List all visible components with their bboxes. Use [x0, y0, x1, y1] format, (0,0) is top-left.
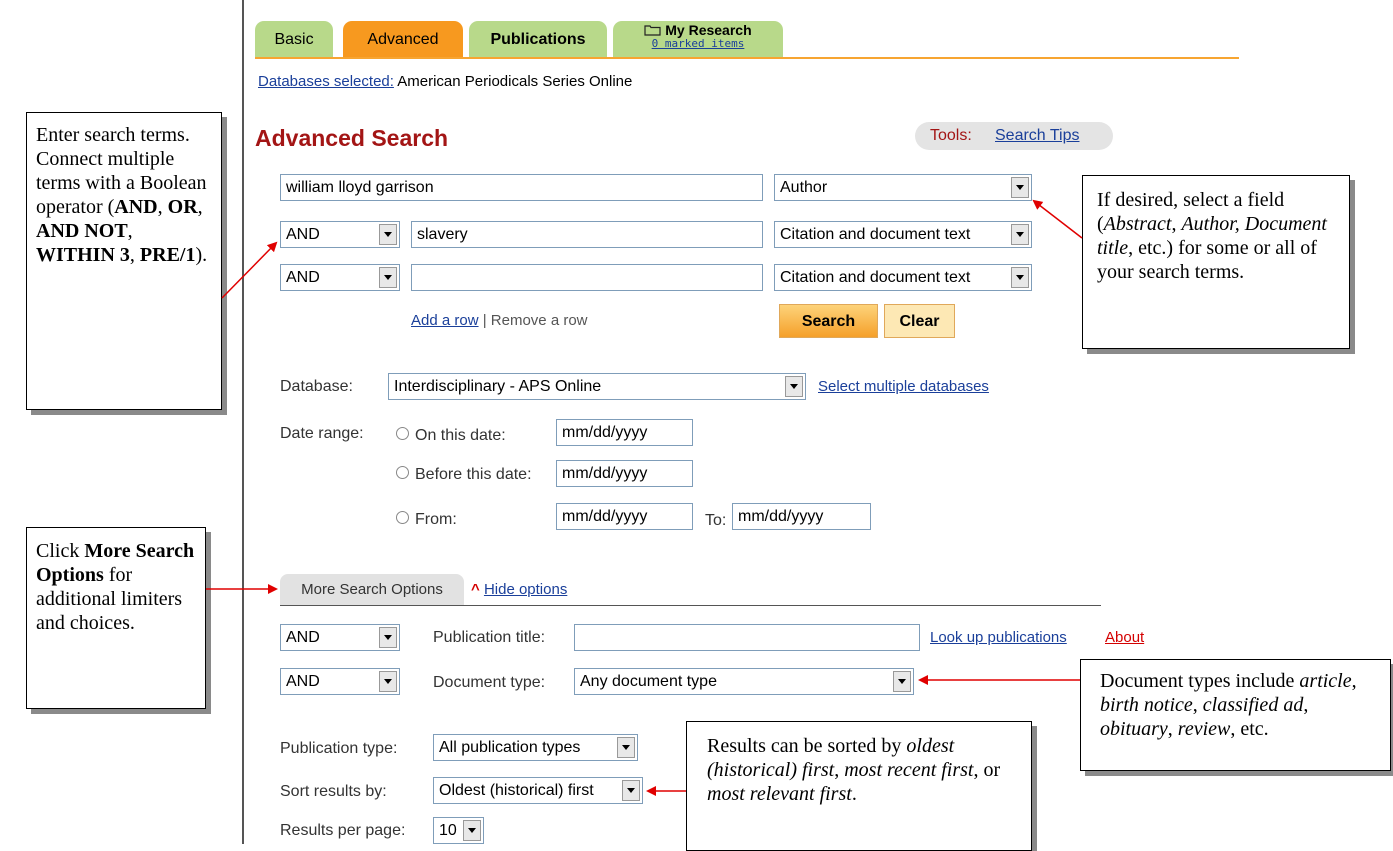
arrow-to-field-select — [1032, 199, 1083, 239]
arrow-to-operator — [221, 241, 278, 299]
annotation-arrows — [206, 199, 1083, 796]
